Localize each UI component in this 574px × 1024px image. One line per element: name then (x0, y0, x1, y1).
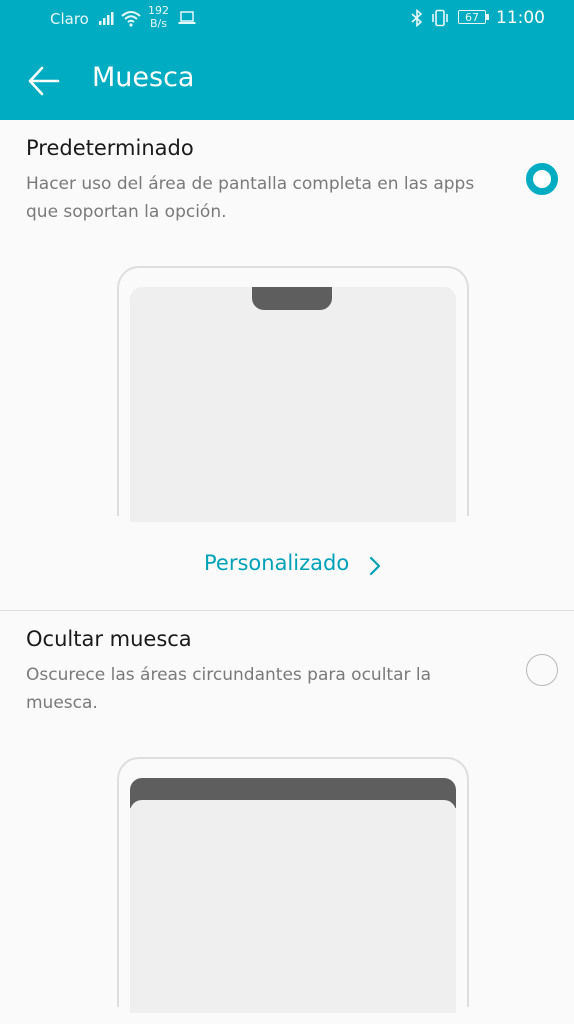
chevron-right-icon[interactable] (368, 555, 382, 577)
default-preview-illustration (117, 266, 469, 522)
network-speed: 192 B/s (148, 4, 169, 30)
status-bar: Claro 192 B/s 67 11:00 (0, 0, 574, 40)
option-hide-notch-description[interactable]: Oscurece las áreas circundantes para ocu… (26, 661, 496, 717)
option-hide-notch-title[interactable]: Ocultar muesca (26, 627, 192, 651)
hide-notch-preview-illustration (117, 757, 469, 1013)
battery-icon: 67 (458, 10, 486, 24)
back-arrow-icon[interactable] (26, 63, 62, 99)
carrier-label: Claro (50, 10, 89, 28)
custom-link[interactable]: Personalizado (204, 551, 349, 575)
signal-icon (99, 12, 114, 25)
preview-screen (130, 287, 456, 522)
option-default-description[interactable]: Hacer uso del área de pantalla completa … (26, 170, 496, 226)
page-title: Muesca (92, 62, 195, 93)
bluetooth-icon (411, 9, 423, 27)
preview-content-area (130, 800, 456, 1013)
vibrate-icon (432, 9, 448, 27)
option-default-title[interactable]: Predeterminado (26, 136, 194, 160)
preview-screen (130, 778, 456, 1013)
battery-tip (486, 14, 489, 20)
clock: 11:00 (496, 8, 545, 28)
radio-default-selected[interactable] (526, 163, 558, 195)
notch-shape (252, 287, 332, 310)
laptop-icon (178, 11, 196, 24)
wifi-icon (121, 11, 141, 27)
radio-hide-notch[interactable] (526, 654, 558, 686)
speed-value: 192 (148, 4, 169, 17)
speed-unit: B/s (150, 17, 167, 30)
section-divider (0, 610, 574, 611)
app-header: Claro 192 B/s 67 11:00 Muesca (0, 0, 574, 120)
